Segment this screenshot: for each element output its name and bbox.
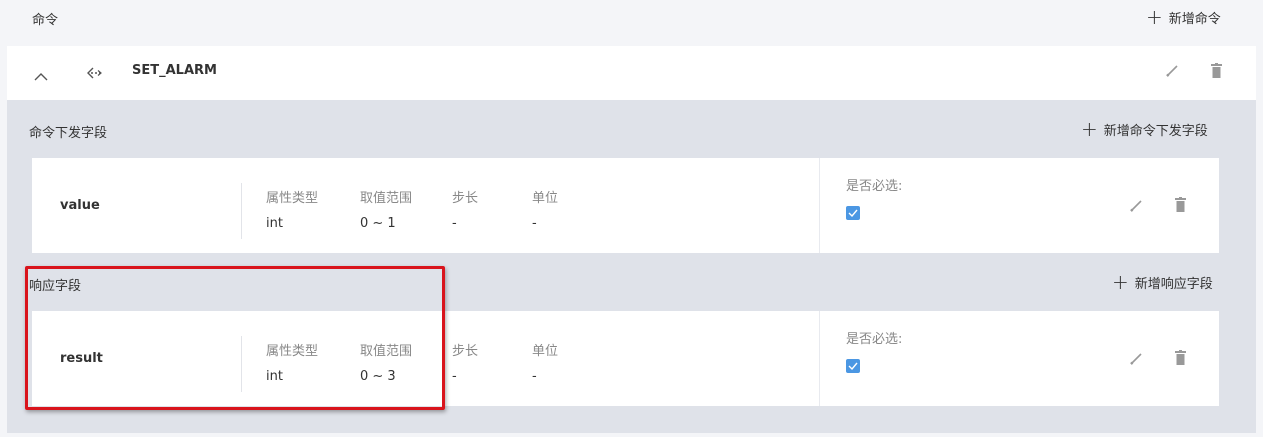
required-label: 是否必选: bbox=[846, 179, 903, 194]
plus-icon: + bbox=[1081, 117, 1098, 141]
required-checkbox[interactable] bbox=[846, 359, 860, 373]
required-box: 是否必选: bbox=[819, 311, 1019, 406]
command-name: SET_ALARM bbox=[132, 63, 217, 78]
unit-label: 单位 bbox=[532, 191, 559, 206]
required-label: 是否必选: bbox=[846, 332, 903, 347]
annotation-highlight-box bbox=[25, 266, 445, 410]
divider bbox=[241, 183, 242, 239]
add-command-label: 新增命令 bbox=[1168, 11, 1221, 27]
edit-field-icon[interactable] bbox=[1129, 351, 1143, 370]
add-request-field-label: 新增命令下发字段 bbox=[1103, 123, 1208, 139]
step-value: - bbox=[452, 369, 457, 384]
request-section-title: 命令下发字段 bbox=[29, 126, 108, 141]
edit-field-icon[interactable] bbox=[1129, 198, 1143, 217]
required-checkbox[interactable] bbox=[846, 206, 860, 220]
add-response-field-button[interactable]: + 新增响应字段 bbox=[1112, 272, 1213, 292]
add-request-field-button[interactable]: + 新增命令下发字段 bbox=[1081, 119, 1208, 139]
range-value: 0 ~ 1 bbox=[360, 216, 396, 231]
chevron-up-icon[interactable] bbox=[34, 66, 48, 85]
delete-command-icon[interactable] bbox=[1211, 63, 1222, 82]
field-name: value bbox=[60, 198, 100, 213]
type-value: int bbox=[266, 216, 283, 231]
unit-label: 单位 bbox=[532, 344, 559, 359]
unit-value: - bbox=[532, 369, 537, 384]
range-label: 取值范围 bbox=[360, 191, 413, 206]
delete-field-icon[interactable] bbox=[1175, 197, 1186, 216]
commands-title: 命令 bbox=[32, 13, 59, 28]
plus-icon: + bbox=[1112, 270, 1129, 294]
command-direction-icon bbox=[87, 65, 103, 84]
required-box: 是否必选: bbox=[819, 158, 1019, 253]
command-row[interactable]: SET_ALARM bbox=[7, 46, 1256, 100]
step-label: 步长 bbox=[452, 191, 479, 206]
step-label: 步长 bbox=[452, 344, 479, 359]
delete-field-icon[interactable] bbox=[1175, 350, 1186, 369]
step-value: - bbox=[452, 216, 457, 231]
plus-icon: + bbox=[1146, 5, 1163, 29]
unit-value: - bbox=[532, 216, 537, 231]
field-card-value: value 属性类型 int 取值范围 0 ~ 1 步长 - 单位 - 是否必选… bbox=[32, 158, 1219, 253]
commands-header: 命令 + 新增命令 bbox=[0, 0, 1263, 40]
edit-command-icon[interactable] bbox=[1165, 63, 1179, 82]
add-response-field-label: 新增响应字段 bbox=[1134, 276, 1213, 292]
type-label: 属性类型 bbox=[266, 191, 319, 206]
add-command-button[interactable]: + 新增命令 bbox=[1146, 7, 1221, 27]
